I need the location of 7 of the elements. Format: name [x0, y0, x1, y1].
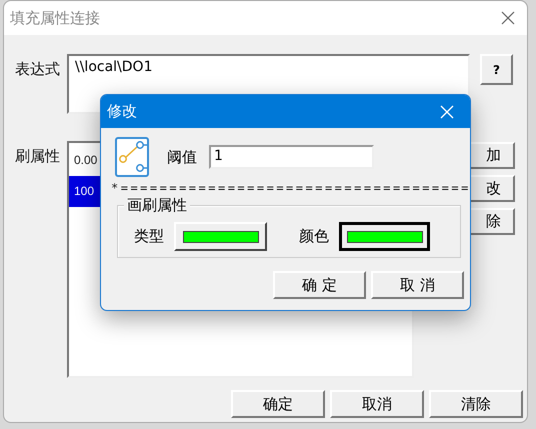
window-title: 填充属性连接 [10, 8, 101, 28]
field-label: 颜色 [299, 227, 329, 246]
expression-label: 表达式 [14, 60, 61, 79]
group-title: 画刷属性 [124, 196, 190, 215]
field-label: 类型 [134, 227, 164, 246]
threshold-label: 阈值 [167, 148, 197, 166]
brush-label: 刷属性 [14, 147, 61, 166]
